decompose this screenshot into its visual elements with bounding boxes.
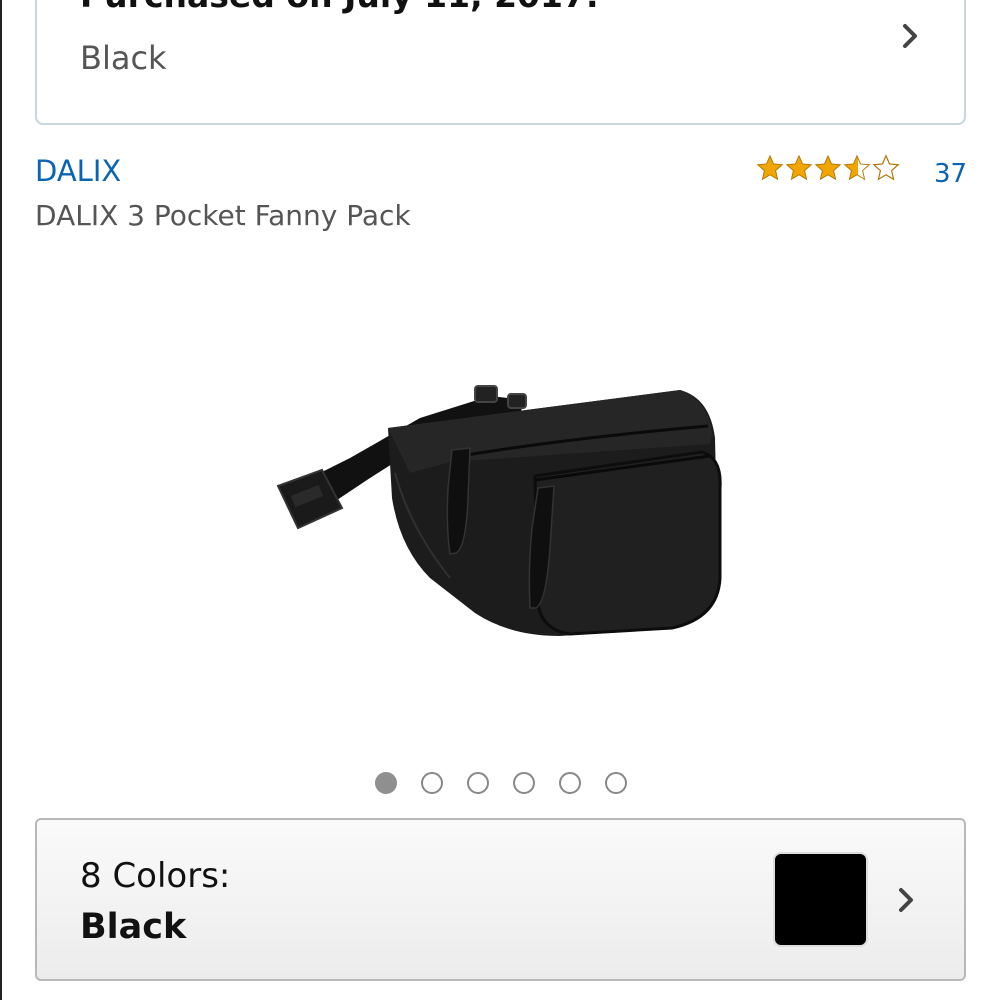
fanny-pack-image[interactable] (270, 378, 730, 640)
star-full-icon (756, 154, 784, 181)
color-selector[interactable]: 8 Colors: Black (35, 818, 966, 981)
carousel-dot[interactable] (467, 772, 489, 794)
star-full-icon (785, 154, 813, 181)
carousel-dot[interactable] (421, 772, 443, 794)
star-half-icon (843, 154, 871, 181)
star-rating[interactable] (756, 154, 900, 184)
chevron-right-icon[interactable] (896, 22, 924, 50)
carousel-dot[interactable] (605, 772, 627, 794)
rating-count-link[interactable]: 37 (934, 158, 967, 190)
selected-color-name: Black (80, 907, 187, 947)
left-edge-rule (0, 0, 2, 1000)
carousel-dot[interactable] (559, 772, 581, 794)
chevron-right-icon[interactable] (892, 886, 920, 914)
carousel-dot[interactable] (513, 772, 535, 794)
brand-link[interactable]: DALIX (35, 152, 121, 190)
product-title: DALIX 3 Pocket Fanny Pack (35, 199, 411, 232)
purchase-history-card[interactable]: Purchased on July 11, 2017. Black (35, 0, 966, 125)
image-carousel-dots[interactable] (375, 772, 627, 794)
star-full-icon (814, 154, 842, 181)
color-count-label: 8 Colors: (80, 856, 231, 896)
carousel-dot[interactable] (375, 772, 397, 794)
purchased-variant: Black (80, 39, 167, 77)
color-swatch[interactable] (773, 852, 868, 947)
star-empty-icon (872, 154, 900, 181)
purchase-date: Purchased on July 11, 2017. (80, 0, 598, 16)
